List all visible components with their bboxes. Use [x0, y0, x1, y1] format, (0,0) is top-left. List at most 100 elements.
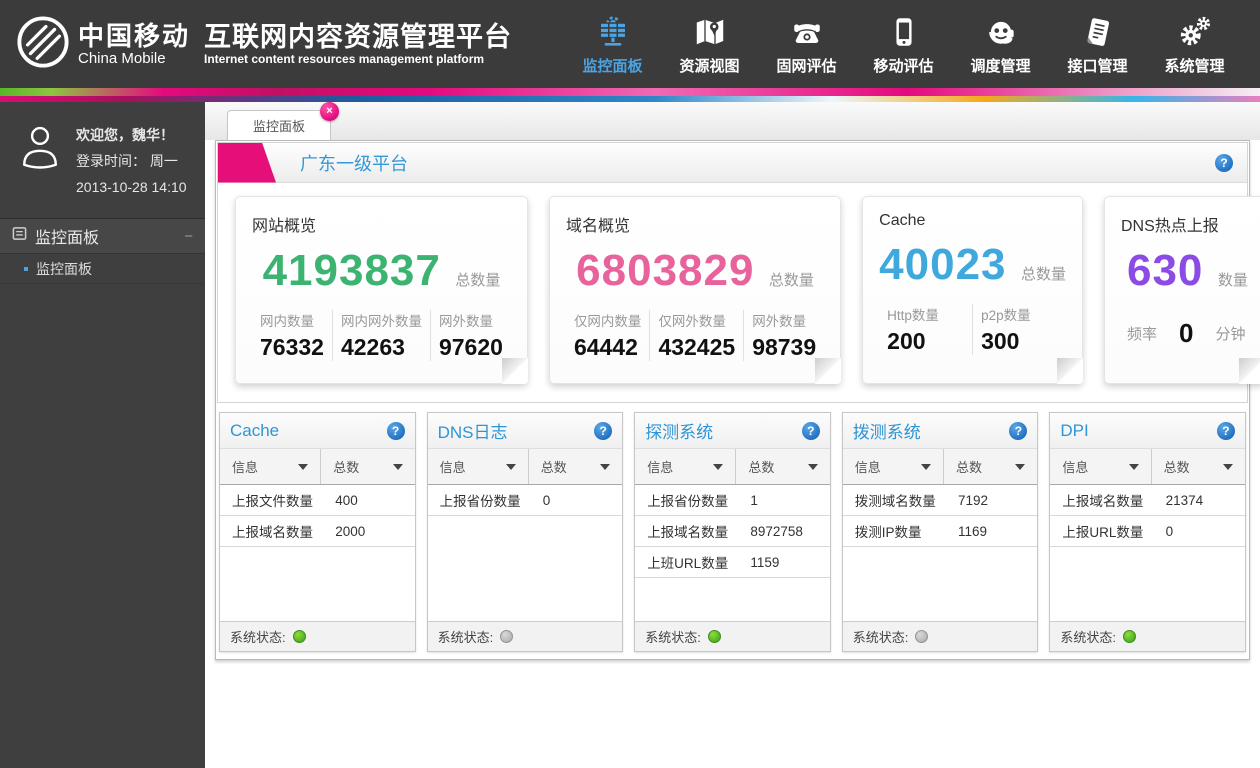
column-header-total[interactable]: 总数 — [529, 449, 622, 484]
row-label: 上班URL数量 — [635, 552, 736, 572]
chevron-down-icon — [713, 464, 723, 470]
column-header-total[interactable]: 总数 — [944, 449, 1037, 484]
table-panel-dns-log: DNS日志 ? 信息 总数 — [427, 412, 624, 652]
tab-monitor-panel[interactable]: 监控面板 × — [227, 110, 331, 140]
china-mobile-logo-icon — [16, 15, 70, 74]
headset-icon — [984, 13, 1018, 49]
platform-title: 广东一级平台 — [300, 150, 1215, 176]
nav-item-system-mgmt[interactable]: 系统管理 — [1146, 13, 1243, 76]
stat-label: Http数量 — [887, 304, 964, 324]
sidebar-section-label: 监控面板 — [35, 224, 184, 248]
table-row: 上报文件数量 400 — [220, 485, 415, 516]
notes-icon — [1081, 13, 1115, 49]
row-label: 上报域名数量 — [220, 521, 321, 541]
panel-footer: 系统状态: — [843, 621, 1038, 651]
table-row: 上报域名数量 21374 — [1050, 485, 1245, 516]
row-value: 1169 — [944, 524, 1037, 539]
column-label: 总数 — [541, 457, 567, 476]
column-label: 信息 — [1062, 457, 1088, 476]
big-number: 6803829 — [576, 246, 754, 295]
card-title: 域名概览 — [566, 212, 824, 236]
chevron-down-icon — [921, 464, 931, 470]
sidebar-item-monitor-panel[interactable]: 监控面板 — [0, 254, 205, 284]
row-value: 1 — [736, 493, 829, 508]
help-icon[interactable]: ? — [1217, 422, 1235, 440]
column-label: 总数 — [748, 457, 774, 476]
close-icon[interactable]: × — [320, 102, 339, 121]
nav-item-mobile-eval[interactable]: 移动评估 — [855, 13, 952, 76]
big-number-label: 总数量 — [455, 272, 500, 289]
big-number-label: 总数量 — [769, 272, 814, 289]
stat-value: 42263 — [341, 334, 422, 361]
status-dot — [293, 630, 306, 643]
panel-title: DPI — [1060, 421, 1088, 441]
stat: p2p数量 300 — [972, 304, 1066, 355]
document-icon — [12, 226, 27, 246]
frequency-row: 频率 0 分钟 — [1121, 318, 1248, 349]
nav-item-fixed-network-eval[interactable]: 固网评估 — [758, 13, 855, 76]
panel-title: 拨测系统 — [853, 418, 921, 443]
column-header-info[interactable]: 信息 — [843, 449, 944, 484]
stat: 仅网内数量 64442 — [566, 310, 650, 361]
column-label: 总数 — [1164, 457, 1190, 476]
column-label: 总数 — [333, 457, 359, 476]
help-icon[interactable]: ? — [1009, 422, 1027, 440]
status-dot — [915, 630, 928, 643]
column-header-info[interactable]: 信息 — [635, 449, 736, 484]
column-header-info[interactable]: 信息 — [1050, 449, 1151, 484]
brand-name: 中国移动 China Mobile — [78, 22, 190, 67]
stat-label: 仅网外数量 — [658, 310, 735, 330]
column-header-total[interactable]: 总数 — [1152, 449, 1245, 484]
panel-title: Cache — [230, 421, 279, 441]
big-number-label: 数量 — [1218, 272, 1248, 289]
chevron-down-icon — [506, 464, 516, 470]
help-icon[interactable]: ? — [802, 422, 820, 440]
nav-item-interface-mgmt[interactable]: 接口管理 — [1049, 13, 1146, 76]
big-number-label: 总数量 — [1021, 266, 1066, 283]
welcome-text: 欢迎您，魏华！ — [76, 122, 187, 148]
status-label: 系统状态: — [230, 627, 286, 646]
status-label: 系统状态: — [645, 627, 701, 646]
user-info-block: 欢迎您，魏华！ 登录时间： 周一 2013-10-28 14:10 — [0, 102, 205, 218]
sidebar-item-label: 监控面板 — [36, 259, 92, 279]
nav-item-dispatch-mgmt[interactable]: 调度管理 — [952, 13, 1049, 76]
nav-item-monitor-panel[interactable]: 监控面板 — [564, 13, 661, 76]
column-label: 信息 — [440, 457, 466, 476]
nav-label: 接口管理 — [1068, 55, 1128, 76]
big-number: 4193837 — [263, 246, 441, 295]
page-curl-decoration — [502, 358, 528, 384]
chevron-down-icon — [1129, 464, 1139, 470]
nav-item-resource-view[interactable]: 资源视图 — [661, 13, 758, 76]
page-curl-decoration — [1239, 358, 1260, 384]
column-header-total[interactable]: 总数 — [321, 449, 414, 484]
row-value: 7192 — [944, 493, 1037, 508]
stat-label: 网外数量 — [752, 310, 816, 330]
column-header-info[interactable]: 信息 — [220, 449, 321, 484]
table-panel-probe-system: 探测系统 ? 信息 总数 — [634, 412, 831, 652]
brand-logo: 中国移动 China Mobile — [0, 15, 190, 74]
row-value: 0 — [1152, 524, 1245, 539]
sidebar: 欢迎您，魏华！ 登录时间： 周一 2013-10-28 14:10 监控面板 −… — [0, 102, 205, 768]
brand-name-zh: 中国移动 — [78, 22, 190, 50]
tab-label: 监控面板 — [253, 116, 305, 135]
freq-value: 0 — [1179, 318, 1193, 349]
summary-cards-row: 网站概览 4193837 总数量 网内数量 76332 — [218, 183, 1247, 402]
help-icon[interactable]: ? — [1215, 154, 1233, 172]
table-row: 上报域名数量 8972758 — [635, 516, 830, 547]
panel-footer: 系统状态: — [635, 621, 830, 651]
column-header-total[interactable]: 总数 — [736, 449, 829, 484]
tab-content-panel: 广东一级平台 ? 网站概览 4193837 总数量 — [215, 140, 1250, 660]
help-icon[interactable]: ? — [594, 422, 612, 440]
stat: 仅网外数量 432425 — [649, 310, 743, 361]
stat-value: 98739 — [752, 334, 816, 361]
help-icon[interactable]: ? — [387, 422, 405, 440]
stat-label: 网外数量 — [439, 310, 503, 330]
collapse-minus-icon[interactable]: − — [184, 228, 193, 245]
column-header-info[interactable]: 信息 — [428, 449, 529, 484]
column-label: 信息 — [855, 457, 881, 476]
phone-icon — [790, 13, 824, 49]
row-label: 上报URL数量 — [1050, 521, 1151, 541]
row-value: 2000 — [321, 524, 414, 539]
sidebar-section-monitor-panel[interactable]: 监控面板 − — [0, 218, 205, 254]
table-row: 上报URL数量 0 — [1050, 516, 1245, 547]
